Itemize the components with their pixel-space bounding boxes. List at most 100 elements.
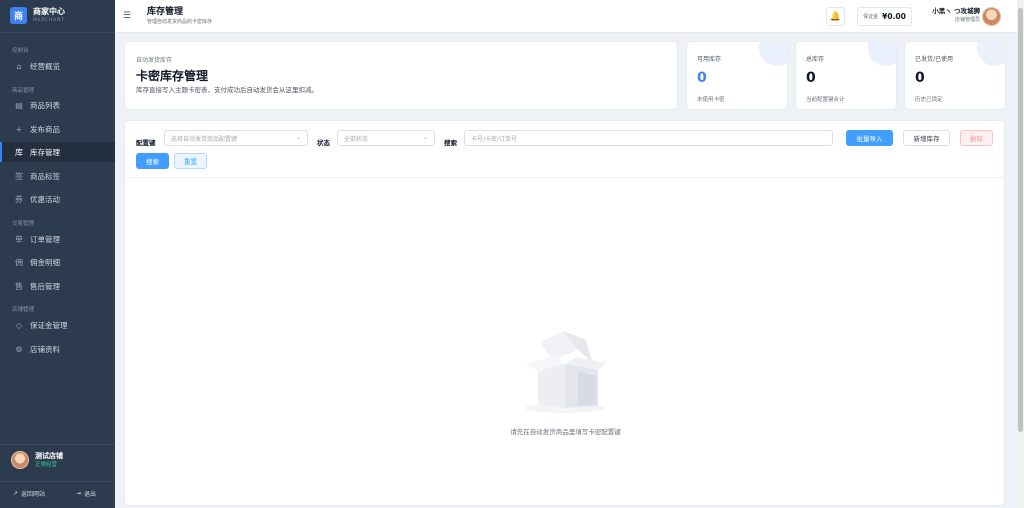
sidebar-item-aftersale[interactable]: 售 售后管理 [0,276,115,296]
deposit-value: ¥0.00 [882,12,906,21]
sidebar-item-overview[interactable]: ⌂ 经营概览 [0,56,115,76]
stat-note: 历史已锁定 [915,97,943,103]
panel-divider [125,177,1004,178]
config-key-label: 配置键 [136,139,156,147]
stat-label: 总库存 [806,56,825,63]
arrow-up-right-icon: ↗ [13,490,19,497]
stat-card-used: 已发货/已使用 0 历史已锁定 [904,41,1006,110]
sidebar-item-label: 售后管理 [30,281,60,291]
chevron-down-icon: ⌄ [422,134,428,141]
sidebar-divider [0,32,115,33]
sidebar-divider [0,444,115,445]
sidebar-item-deposit[interactable]: ◇ 保证金管理 [0,315,115,335]
status-value: 全部状态 [344,135,369,143]
deposit-badge[interactable]: 保证金 ¥0.00 [857,7,912,26]
sidebar-divider [0,481,115,482]
search-input[interactable]: 卡号/卡密/订单号 [464,130,833,146]
topbar: ☰ 库存管理 管理自动发货商品的卡密库存 🔔 保证金 ¥0.00 小黑ヽ つ攻城… [115,0,1017,33]
user-role: 店铺管理员 [954,17,980,23]
page-scrollbar[interactable] [1017,0,1024,508]
sidebar-item-label: 商品标签 [30,171,60,181]
chevron-down-icon: ⌄ [295,134,301,141]
reset-button[interactable]: 重置 [174,153,207,169]
config-key-select[interactable]: 选择自动发货商品配置键 ⌄ [164,130,308,146]
stat-note: 当前配置键合计 [806,97,845,103]
stat-value: 0 [806,70,816,86]
sidebar-item-publish-product[interactable]: + 发布商品 [0,119,115,139]
sidebar-item-label: 发布商品 [30,124,60,134]
aftersale-icon: 售 [15,281,23,291]
store-name: 测试店铺 [35,451,63,460]
logout-link[interactable]: ⇥ 退出 [76,489,96,498]
page-subtitle: 管理自动发货商品的卡密库存 [147,19,213,25]
sidebar-item-label: 保证金管理 [30,320,68,330]
nav-group-trade: 交易管理 [12,221,35,227]
logout-icon: ⇥ [76,490,82,497]
brand-logo-icon: 商 [10,7,27,24]
nav-group-store: 店铺管理 [12,307,35,313]
brand-subtitle: MERCHANT [33,18,65,23]
sidebar-item-label: 店铺资料 [30,344,60,354]
hero-description: 库存直接写入主题卡密表，支付成功后自动发货会从这里扣减。 [136,86,318,94]
stat-decoration [977,42,1005,66]
diamond-icon: ◇ [15,320,23,330]
deposit-label: 保证金 [863,14,879,20]
sidebar-item-product-tags[interactable]: 签 商品标签 [0,166,115,186]
bell-icon: 🔔 [829,11,842,22]
nav-group-dashboard: 控制台 [12,48,29,54]
sidebar-item-store-profile[interactable]: ⚙ 店铺资料 [0,339,115,359]
tag-icon: 签 [15,171,23,181]
search-placeholder: 卡号/卡密/订单号 [471,135,518,143]
config-key-placeholder: 选择自动发货商品配置键 [171,135,238,143]
stat-value: 0 [915,70,925,86]
sidebar-item-label: 商品列表 [30,100,60,110]
empty-state-text: 请先在自动发货商品里填写卡密配置键 [510,428,621,436]
stat-value: 0 [697,70,707,86]
logout-label: 退出 [84,491,97,498]
sidebar-item-product-list[interactable]: ▤ 商品列表 [0,95,115,115]
search-button[interactable]: 搜索 [136,153,169,169]
status-label: 状态 [317,139,330,147]
nav-group-products: 商品管理 [12,88,35,94]
delete-button[interactable]: 删除 [960,130,993,146]
stat-decoration [868,42,896,66]
sidebar-item-label: 经营概览 [30,61,60,71]
sidebar-item-inventory[interactable]: 库 库存管理 [0,142,115,162]
batch-import-button[interactable]: 批量导入 [846,130,893,146]
back-to-site-link[interactable]: ↗ 返回网站 [13,489,45,498]
sidebar: 商 商家中心 MERCHANT 控制台 ⌂ 经营概览 商品管理 ▤ 商品列表 +… [0,0,115,508]
inventory-panel: 配置键 选择自动发货商品配置键 ⌄ 状态 全部状态 ⌄ 搜索 卡号/卡密/订单号… [124,120,1005,506]
store-status: 正常经营 [35,461,58,468]
search-label: 搜索 [444,139,457,147]
scrollbar-thumb[interactable] [1018,8,1023,432]
avatar[interactable] [982,7,1001,26]
coupon-icon: 券 [15,194,23,204]
stat-note: 未使用卡密 [697,97,725,103]
order-icon: 单 [15,234,23,244]
add-inventory-button[interactable]: 新增库存 [903,130,950,146]
sidebar-item-orders[interactable]: 单 订单管理 [0,229,115,249]
stat-label: 可用库存 [697,56,722,63]
empty-box-icon [525,331,606,413]
hero-eyebrow: 自动发货库存 [136,57,173,64]
sidebar-item-label: 优惠活动 [30,194,60,204]
stat-label: 已发货/已使用 [915,56,954,63]
page-title: 库存管理 [147,7,184,17]
brand-title: 商家中心 [33,7,65,16]
sidebar-item-label: 订单管理 [30,234,60,244]
plus-icon: + [15,124,23,134]
warehouse-icon: 库 [15,147,23,157]
user-info[interactable]: 小黑ヽ つ攻城狮 店铺管理员 [930,6,980,24]
brand[interactable]: 商 商家中心 MERCHANT [10,7,65,24]
sidebar-item-commission[interactable]: 佣 佣金明细 [0,252,115,272]
store-info[interactable]: 测试店铺 正常经营 [11,451,63,469]
sidebar-item-promotions[interactable]: 券 优惠活动 [0,189,115,209]
user-name: 小黑ヽ つ攻城狮 [932,7,980,15]
stat-card-total: 总库存 0 当前配置键合计 [795,41,897,110]
home-icon: ⌂ [16,61,22,71]
notification-button[interactable]: 🔔 [826,7,845,26]
stat-card-available: 可用库存 0 未使用卡密 [686,41,788,110]
menu-toggle-icon[interactable]: ☰ [123,11,131,21]
hero-title: 卡密库存管理 [136,69,209,83]
status-select[interactable]: 全部状态 ⌄ [337,130,435,146]
